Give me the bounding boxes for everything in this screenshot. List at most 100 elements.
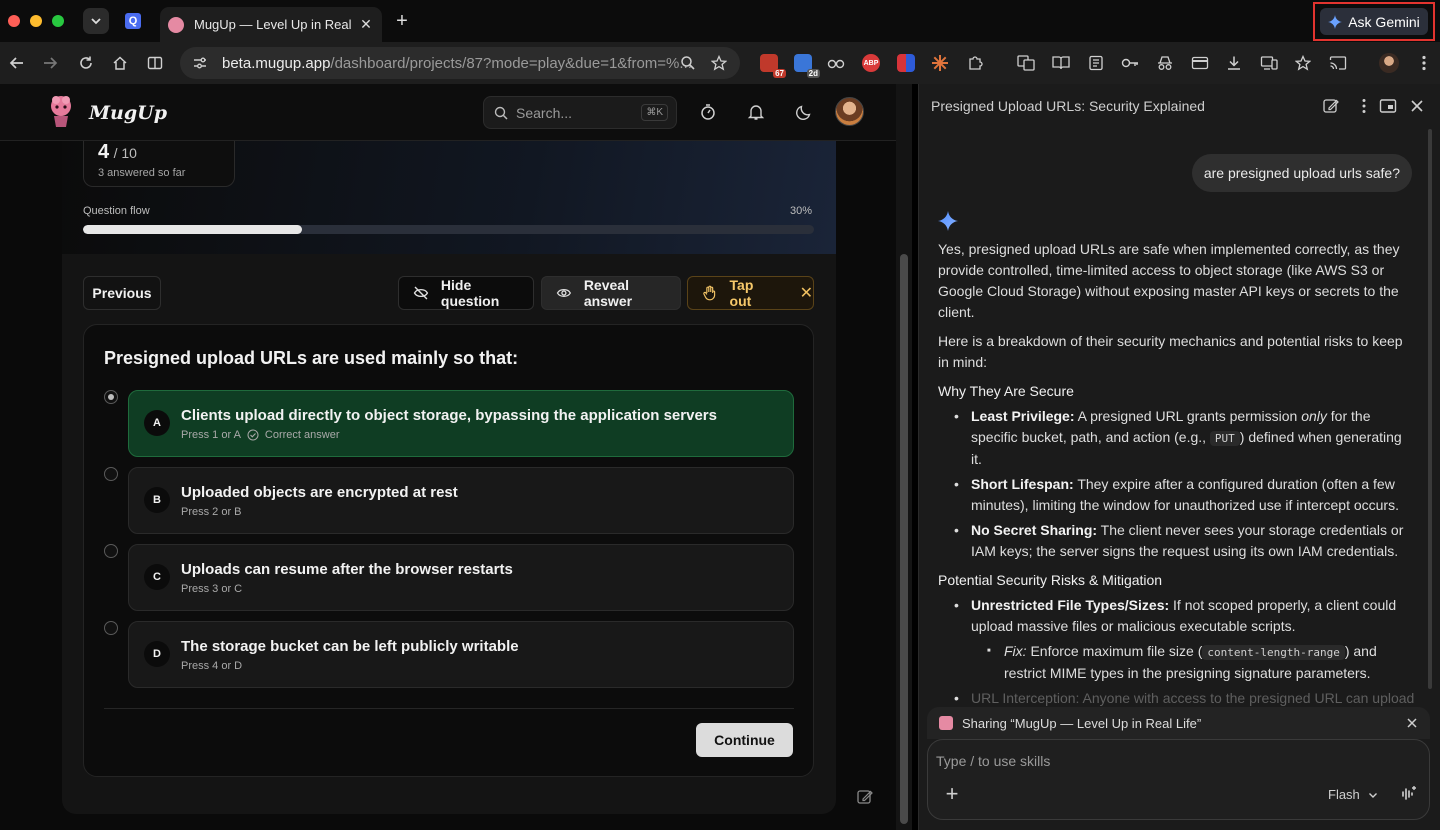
page-scrollbar-thumb[interactable] (900, 254, 908, 824)
credit-card-icon[interactable] (1190, 53, 1210, 73)
answer-option-a[interactable]: A Clients upload directly to object stor… (128, 390, 794, 457)
chevron-down-icon (91, 18, 101, 25)
option-letter: C (144, 564, 170, 590)
option-hint: Press 2 or B (181, 506, 242, 518)
zoom-magnifier-icon[interactable] (678, 53, 698, 73)
option-hint: Press 3 or C (181, 583, 243, 595)
list-term: Short Lifespan: (971, 476, 1074, 492)
close-panel-icon[interactable] (1408, 97, 1426, 115)
list-item: Least Privilege: A presigned URL grants … (952, 406, 1416, 470)
hand-icon (703, 285, 716, 301)
window-minimize-button[interactable] (30, 15, 42, 27)
search-input[interactable]: Search... ⌘K (483, 96, 677, 129)
risks-list: Unrestricted File Types/Sizes: If not sc… (938, 595, 1416, 709)
answer-option-b[interactable]: B Uploaded objects are encrypted at rest… (128, 467, 794, 534)
profile-avatar[interactable] (1379, 53, 1399, 73)
home-icon[interactable] (110, 53, 130, 73)
mugup-favicon-icon (939, 716, 953, 730)
mail-extension-icon[interactable]: 67 (760, 54, 786, 78)
popout-window-icon[interactable] (1379, 97, 1397, 115)
address-bar[interactable]: beta.mugup.app/dashboard/projects/87?mod… (180, 47, 740, 79)
voice-input-icon[interactable] (1395, 781, 1421, 807)
model-label: Flash (1328, 787, 1360, 802)
list-item: URL Interception: Anyone with access to … (952, 688, 1416, 709)
pinned-tab-q[interactable]: Q (125, 13, 141, 29)
calendar-extension-icon[interactable]: 2d (794, 54, 820, 78)
list-term: No Secret Sharing: (971, 522, 1098, 538)
score-card: 4 / 10 3 answered so far (83, 141, 235, 187)
tap-out-button[interactable]: Tap out ✕ (687, 276, 814, 310)
reveal-answer-label: Reveal answer (583, 277, 633, 309)
split-view-icon[interactable] (145, 53, 165, 73)
list-item: Fix: Enforce maximum file size (content-… (985, 641, 1416, 684)
more-options-kebab-icon[interactable] (1355, 97, 1373, 115)
edit-note-icon[interactable] (856, 788, 876, 808)
reveal-answer-button[interactable]: Reveal answer (541, 276, 681, 310)
bookmark-star-icon[interactable] (709, 53, 729, 73)
tap-out-label: Tap out (729, 277, 754, 309)
option-radio-d[interactable] (104, 621, 118, 635)
previous-button[interactable]: Previous (83, 276, 161, 310)
gemini-side-panel: Presigned Upload URLs: Security Explaine… (918, 84, 1440, 830)
option-label: Uploads can resume after the browser res… (181, 561, 513, 578)
gmail-extension-icon[interactable] (897, 54, 915, 72)
mugup-favicon-icon (168, 16, 184, 33)
chat-scrollbar[interactable] (1428, 129, 1432, 689)
stop-sharing-close-icon[interactable] (1406, 717, 1418, 729)
site-settings-icon[interactable] (192, 55, 208, 71)
ask-gemini-button[interactable]: Ask Gemini (1320, 8, 1428, 35)
claude-spark-extension-icon[interactable] (931, 54, 949, 72)
list-text: A presigned URL grants permission (1077, 408, 1298, 424)
option-radio-c[interactable] (104, 544, 118, 558)
reading-mode-icon[interactable] (1051, 53, 1071, 73)
prompt-composer[interactable]: Type / to use skills + Flash (927, 739, 1430, 820)
download-icon[interactable] (1224, 53, 1244, 73)
model-selector[interactable]: Flash (1328, 787, 1378, 802)
back-arrow-icon[interactable] (7, 53, 27, 73)
cast-icon[interactable] (1328, 53, 1348, 73)
eye-off-icon (413, 286, 429, 300)
window-close-button[interactable] (8, 15, 20, 27)
user-avatar[interactable] (835, 97, 864, 126)
option-radio-b[interactable] (104, 467, 118, 481)
close-icon[interactable]: ✕ (800, 283, 813, 303)
list-item: Unrestricted File Types/Sizes: If not sc… (952, 595, 1416, 684)
menu-kebab-icon[interactable] (1414, 53, 1434, 73)
adblock-extension-icon[interactable]: ABP (862, 54, 880, 72)
new-chat-edit-icon[interactable] (1322, 97, 1340, 115)
continue-label: Continue (714, 732, 775, 748)
answer-option-d[interactable]: D The storage bucket can be left publicl… (128, 621, 794, 688)
fix-label: Fix: (1004, 643, 1027, 659)
notifications-bell-icon[interactable] (747, 103, 765, 121)
add-plus-icon[interactable]: + (942, 781, 962, 806)
continue-button[interactable]: Continue (696, 723, 793, 757)
option-radio-a[interactable] (104, 390, 118, 404)
option-letter: D (144, 641, 170, 667)
answer-option-c[interactable]: C Uploads can resume after the browser r… (128, 544, 794, 611)
devices-icon[interactable] (1259, 53, 1279, 73)
reader-glasses-extension-icon[interactable] (827, 54, 845, 72)
extensions-puzzle-icon[interactable] (965, 53, 985, 73)
timer-stopwatch-icon[interactable] (699, 103, 717, 121)
tab-search-button[interactable] (83, 8, 109, 34)
new-tab-plus-icon[interactable]: + (391, 10, 413, 32)
tab-mugup[interactable]: MugUp — Level Up in Real Life ✕ (160, 7, 382, 42)
hide-question-button[interactable]: Hide question (398, 276, 534, 310)
risks-heading: Potential Security Risks & Mitigation (938, 572, 1163, 588)
bookmarks-star-icon[interactable] (1293, 53, 1313, 73)
list-term: Least Privilege: (971, 408, 1075, 424)
question-flow-label: Question flow (83, 205, 150, 217)
tab-close-icon[interactable]: ✕ (358, 16, 374, 33)
conversation-title: Presigned Upload URLs: Security Explaine… (931, 98, 1205, 114)
forward-arrow-icon[interactable] (40, 53, 60, 73)
dark-mode-moon-icon[interactable] (795, 103, 813, 121)
reading-list-icon[interactable] (1086, 53, 1106, 73)
prompt-input[interactable]: Type / to use skills (936, 753, 1050, 769)
option-letter: B (144, 487, 170, 513)
incognito-spy-icon[interactable] (1155, 53, 1175, 73)
window-zoom-button[interactable] (52, 15, 64, 27)
password-key-icon[interactable] (1120, 53, 1140, 73)
mail-badge: 67 (773, 69, 786, 78)
translate-icon[interactable] (1016, 53, 1036, 73)
reload-icon[interactable] (76, 53, 96, 73)
